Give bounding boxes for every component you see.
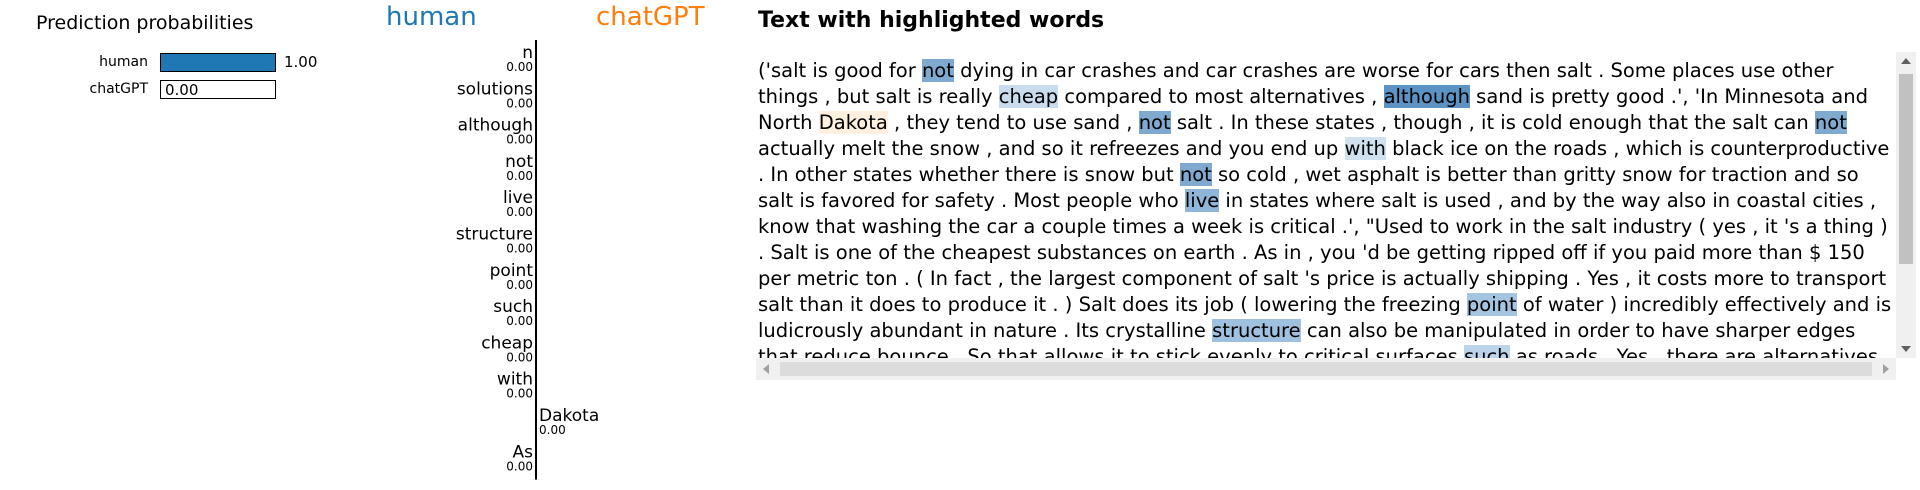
prob-label-human: human <box>99 54 148 70</box>
prediction-probabilities-panel: Prediction probabilities human 1.00 chat… <box>0 0 360 490</box>
feature-weight-value: 0.00 <box>506 314 533 328</box>
feature-weight-value: 0.00 <box>506 278 533 292</box>
prediction-title: Prediction probabilities <box>36 12 254 34</box>
highlighted-word: point <box>1466 293 1517 316</box>
text-segment: compared to most alternatives , <box>1058 85 1384 108</box>
highlighted-word: not <box>1179 163 1212 186</box>
vertical-scroll-thumb[interactable] <box>1899 74 1913 264</box>
prob-row-chatgpt: chatGPT 0.00 <box>0 79 360 101</box>
text-segment: actually melt the snow , and so it refre… <box>758 137 1345 160</box>
highlighted-word: not <box>1138 111 1171 134</box>
feature-weight-value: 0.00 <box>506 96 533 110</box>
text-segment: salt . In these states , though , it is … <box>1170 111 1815 134</box>
highlighted-word: such <box>1463 345 1510 358</box>
feature-weight-value: 0.00 <box>506 242 533 256</box>
text-segment: ('salt is good for <box>758 59 922 82</box>
text-scroll-area[interactable]: ('salt is good for not dying in car cras… <box>756 52 1894 358</box>
prob-value-chatgpt: 0.00 <box>165 81 199 99</box>
horizontal-scroll-thumb[interactable] <box>780 362 1872 376</box>
prob-value-human: 1.00 <box>284 53 318 71</box>
feature-weight-value: 0.00 <box>506 350 533 364</box>
highlighted-word: not <box>1814 111 1847 134</box>
feature-weights-panel: human chatGPT n 0.00 solutions 0.00 although… <box>360 0 740 490</box>
highlighted-word: with <box>1344 137 1386 160</box>
highlighted-word: although <box>1383 85 1470 108</box>
feature-weight-value: 0.00 <box>506 387 533 401</box>
highlighted-word: live <box>1184 189 1220 212</box>
feature-weight-value: 0.00 <box>506 205 533 219</box>
feature-weight-value: 0.00 <box>506 169 533 183</box>
highlighted-text-body: ('salt is good for not dying in car cras… <box>756 52 1894 358</box>
highlighted-word: Dakota <box>818 111 888 134</box>
horizontal-scrollbar[interactable] <box>756 358 1896 380</box>
prob-bar-chatgpt: 0.00 <box>160 80 276 99</box>
vertical-scrollbar[interactable] <box>1896 52 1916 358</box>
feature-weights-chart: n0.00solutions0.00although0.00not0.00liv… <box>456 40 599 480</box>
highlighted-word: cheap <box>998 85 1059 108</box>
highlighted-text-panel: Text with highlighted words ('salt is go… <box>756 0 1920 490</box>
prob-fill-human <box>161 54 275 71</box>
prob-label-chatgpt: chatGPT <box>89 81 148 97</box>
scroll-down-arrow-icon[interactable] <box>1901 346 1911 352</box>
feature-weight-value: 0.00 <box>506 133 533 147</box>
feature-weight-value: 0.00 <box>539 423 566 437</box>
feature-weight-value: 0.00 <box>506 60 533 74</box>
scroll-left-arrow-icon[interactable] <box>763 364 769 374</box>
highlighted-word: structure <box>1212 319 1301 342</box>
text-segment: , they tend to use sand , <box>887 111 1139 134</box>
prob-row-human: human 1.00 <box>0 52 360 74</box>
feature-weight-value: 0.00 <box>506 459 533 473</box>
scroll-right-arrow-icon[interactable] <box>1883 364 1889 374</box>
prob-bar-human <box>160 53 276 72</box>
highlighted-text-title: Text with highlighted words <box>758 8 1105 33</box>
highlighted-word: not <box>921 59 954 82</box>
scroll-up-arrow-icon[interactable] <box>1901 58 1911 64</box>
